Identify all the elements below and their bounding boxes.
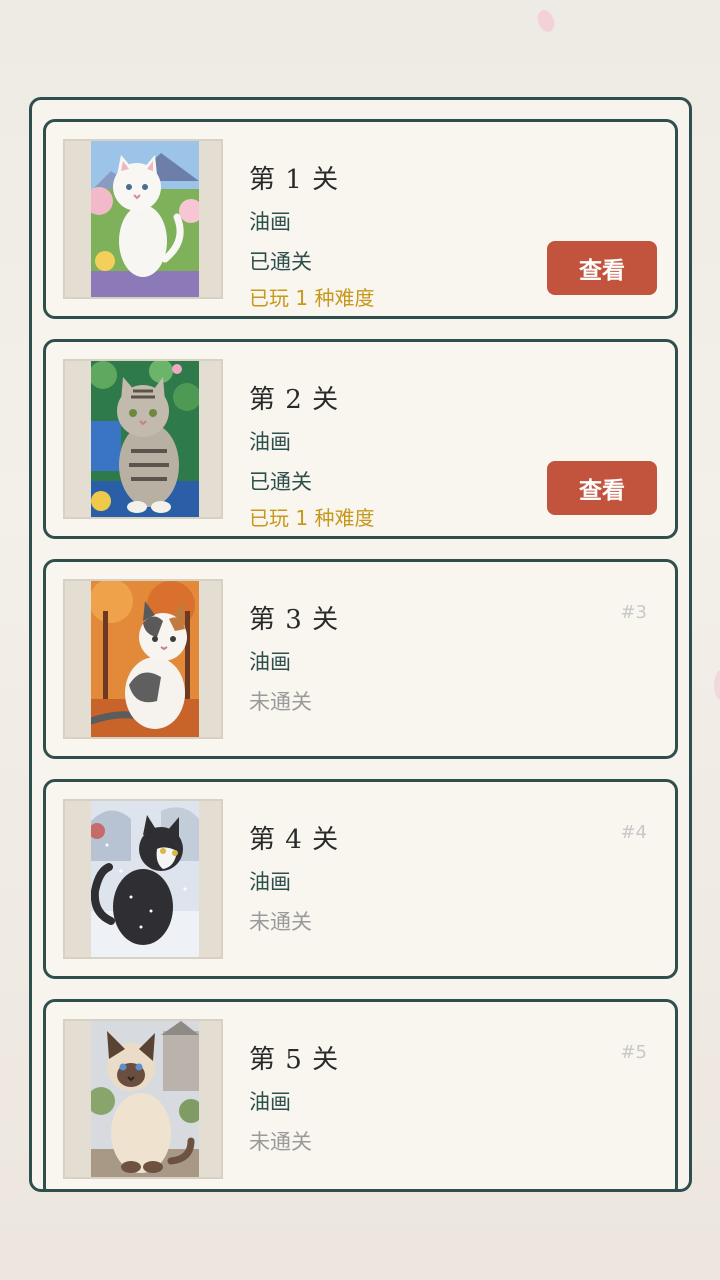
calico-cat-painting: [91, 581, 199, 737]
level-thumbnail-3: [63, 579, 223, 739]
level-title: 第 3 关: [249, 605, 340, 635]
level-status: 未通关: [249, 910, 312, 934]
level-thumbnail-2: [63, 359, 223, 519]
tuxedo-cat-painting: [91, 801, 199, 957]
level-title: 第 1 关: [249, 165, 340, 195]
level-status: 已通关: [249, 250, 312, 274]
view-button[interactable]: 查看: [547, 241, 657, 295]
level-card-1[interactable]: 第 1 关 油画 已通关 已玩 1 种难度 查看: [43, 119, 678, 319]
petal-decoration: [533, 7, 559, 35]
level-card-4[interactable]: 第 4 关 油画 未通关 #4: [43, 779, 678, 979]
level-card-2[interactable]: 第 2 关 油画 已通关 已玩 1 种难度 查看: [43, 339, 678, 539]
level-card-5[interactable]: 第 5 关 油画 未通关 #5: [43, 999, 678, 1189]
level-index: #5: [620, 1042, 647, 1063]
view-button[interactable]: 查看: [547, 461, 657, 515]
siamese-cat-painting: [91, 1021, 199, 1177]
level-style: 油画: [249, 210, 291, 234]
level-thumbnail-4: [63, 799, 223, 959]
level-card-3[interactable]: 第 3 关 油画 未通关 #3: [43, 559, 678, 759]
played-difficulty-count: 已玩 1 种难度: [249, 286, 375, 310]
level-list-panel[interactable]: 第 1 关 油画 已通关 已玩 1 种难度 查看 第 2 关 油画 已通关 已玩…: [29, 97, 692, 1192]
played-difficulty-count: 已玩 1 种难度: [249, 506, 375, 530]
level-title: 第 2 关: [249, 385, 340, 415]
level-style: 油画: [249, 650, 291, 674]
level-style: 油画: [249, 870, 291, 894]
petal-decoration-side: [714, 670, 720, 700]
tabby-cat-painting: [91, 361, 199, 517]
level-thumbnail-1: [63, 139, 223, 299]
white-cat-painting: [91, 141, 199, 297]
level-index: #4: [620, 822, 647, 843]
level-status: 未通关: [249, 1130, 312, 1154]
level-status: 已通关: [249, 470, 312, 494]
level-title: 第 5 关: [249, 1045, 340, 1075]
level-style: 油画: [249, 430, 291, 454]
level-thumbnail-5: [63, 1019, 223, 1179]
level-style: 油画: [249, 1090, 291, 1114]
level-title: 第 4 关: [249, 825, 340, 855]
level-index: #3: [620, 602, 647, 623]
level-status: 未通关: [249, 690, 312, 714]
